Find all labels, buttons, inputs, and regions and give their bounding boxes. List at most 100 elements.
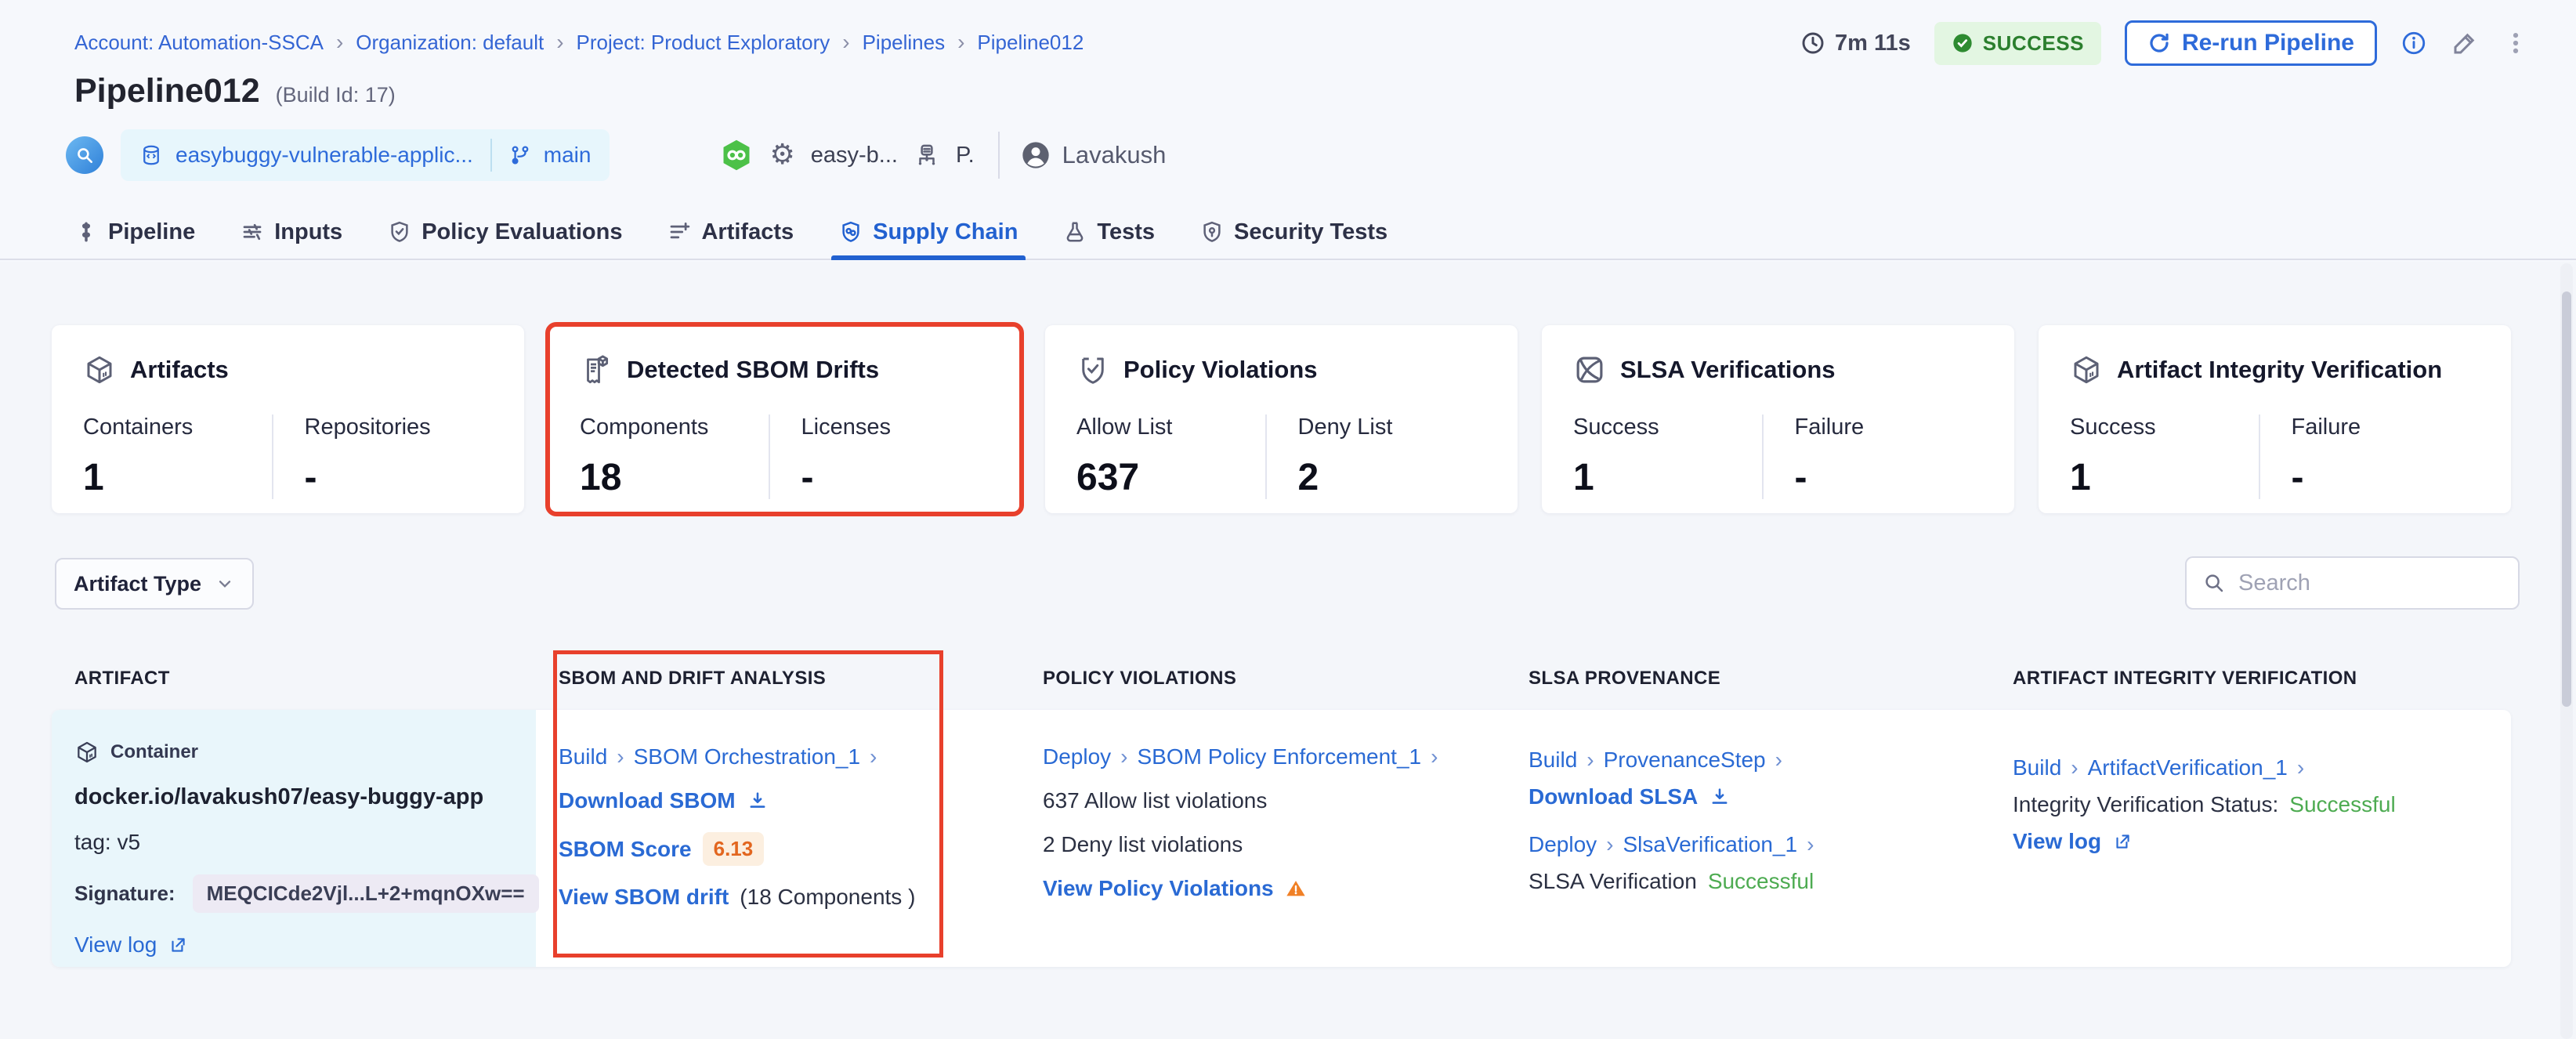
chevron-down-icon: [215, 574, 235, 594]
chevron-right-icon: [842, 30, 849, 55]
integrity-stage-link[interactable]: Build: [2013, 755, 2061, 780]
chevron-right-icon: [870, 744, 877, 769]
edit-pencil-icon[interactable]: [2451, 29, 2479, 57]
infrastructure-icon: [914, 142, 940, 168]
chevron-right-icon: [1120, 744, 1127, 769]
sbom-score-link[interactable]: SBOM Score: [559, 837, 692, 862]
external-link-icon[interactable]: [2112, 831, 2133, 852]
stat-value: 2: [1298, 456, 1487, 499]
stat-label: Repositories: [305, 415, 494, 440]
kebab-menu-icon[interactable]: [2502, 29, 2529, 57]
tab-tests[interactable]: Tests: [1063, 205, 1155, 259]
service-infra-group: ⚙ easy-b... P.: [719, 138, 974, 172]
stat-value: -: [801, 456, 990, 499]
artifact-cell: Container docker.io/lavakush07/easy-bugg…: [52, 710, 536, 967]
stat-label: Failure: [2292, 415, 2480, 440]
tab-label: Security Tests: [1234, 219, 1387, 245]
card-policy-violations[interactable]: Policy Violations Allow List637 Deny Lis…: [1045, 325, 1518, 513]
sbom-step-link[interactable]: SBOM Orchestration_1: [634, 744, 860, 769]
breadcrumb-project[interactable]: Project: Product Exploratory: [577, 31, 830, 55]
flask-icon: [1063, 220, 1087, 244]
infra-name[interactable]: P.: [956, 143, 975, 168]
artifact-type-label: Artifact Type: [74, 572, 201, 596]
slsa-stage1-link[interactable]: Build: [1529, 748, 1577, 773]
breadcrumb-account[interactable]: Account: Automation-SSCA: [74, 31, 324, 55]
clock-icon: [1800, 31, 1825, 56]
pipeline-icon: [74, 220, 98, 244]
download-sbom-link[interactable]: Download SBOM: [559, 788, 736, 813]
col-header-sbom: SBOM AND DRIFT ANALYSIS: [536, 668, 1020, 690]
chevron-right-icon: [1606, 832, 1613, 857]
breadcrumb-pipelines[interactable]: Pipelines: [863, 31, 946, 55]
sbom-stage-link[interactable]: Build: [559, 744, 607, 769]
integrity-cell: Build ArtifactVerification_1 Integrity V…: [1990, 710, 2511, 967]
pipeline-meta: easybuggy-vulnerable-applic... main ⚙ ea…: [66, 125, 1166, 185]
title-row: Pipeline012 (Build Id: 17): [74, 72, 396, 110]
artifact-image-name: docker.io/lavakush07/easy-buggy-app: [74, 784, 512, 810]
card-title: Policy Violations: [1123, 356, 1318, 384]
search-input[interactable]: [2238, 570, 2489, 596]
codebase-icon: [66, 136, 103, 174]
tab-label: Pipeline: [108, 219, 195, 245]
card-artifacts[interactable]: Artifacts Containers1 Repositories-: [52, 325, 524, 513]
tab-security-tests[interactable]: Security Tests: [1200, 205, 1387, 259]
view-log-link[interactable]: View log: [2013, 829, 2101, 854]
rerun-pipeline-button[interactable]: Re-run Pipeline: [2125, 20, 2377, 66]
integrity-step-link[interactable]: ArtifactVerification_1: [2088, 755, 2288, 780]
col-header-slsa: SLSA PROVENANCE: [1506, 668, 1990, 690]
stat-label: Failure: [1795, 415, 1984, 440]
view-policy-violations-link[interactable]: View Policy Violations: [1043, 876, 1274, 901]
slsa-step2-link[interactable]: SlsaVerification_1: [1623, 832, 1798, 857]
artifact-type-badge: Container: [74, 740, 512, 765]
tab-inputs[interactable]: Inputs: [241, 205, 342, 259]
card-slsa-verifications[interactable]: SLSA Verifications Success1 Failure-: [1542, 325, 2014, 513]
service-gear-icon: ⚙: [769, 141, 794, 169]
chevron-right-icon: [957, 30, 964, 55]
tab-supply-chain[interactable]: Supply Chain: [839, 205, 1018, 259]
slsa-step1-link[interactable]: ProvenanceStep: [1604, 748, 1766, 773]
sbom-document-icon: [580, 353, 613, 386]
breadcrumb-organization[interactable]: Organization: default: [356, 31, 544, 55]
inputs-icon: [241, 220, 264, 244]
artifacts-table: ARTIFACT SBOM AND DRIFT ANALYSIS POLICY …: [52, 668, 2511, 967]
slsa-stage2-link[interactable]: Deploy: [1529, 832, 1597, 857]
tab-policy-evaluations[interactable]: Policy Evaluations: [388, 205, 622, 259]
artifact-type-dropdown[interactable]: Artifact Type: [55, 558, 254, 610]
repository-icon: [139, 143, 163, 167]
tab-label: Supply Chain: [873, 219, 1018, 245]
status-badge: SUCCESS: [1934, 22, 2101, 65]
stat-value: -: [2292, 456, 2480, 499]
card-detected-sbom-drifts[interactable]: Detected SBOM Drifts Components18 Licens…: [548, 325, 1021, 513]
download-slsa-link[interactable]: Download SLSA: [1529, 784, 1698, 809]
allow-list-violations: 637 Allow list violations: [1043, 788, 1482, 813]
policy-step-link[interactable]: SBOM Policy Enforcement_1: [1138, 744, 1422, 769]
service-name[interactable]: easy-b...: [811, 143, 898, 168]
info-icon[interactable]: [2401, 30, 2427, 56]
signature-value[interactable]: MEQCICde2Vjl...L+2+mqnOXw==: [193, 874, 539, 913]
stat-label: Licenses: [801, 415, 990, 440]
duration: 7m 11s: [1800, 31, 1911, 56]
header-actions: 7m 11s SUCCESS Re-run Pipeline: [1800, 20, 2529, 66]
download-icon[interactable]: [747, 790, 769, 812]
view-sbom-drift-link[interactable]: View SBOM drift: [559, 885, 729, 910]
refresh-icon: [2147, 31, 2171, 55]
stat-value: -: [1795, 456, 1984, 499]
rerun-pipeline-label: Re-run Pipeline: [2182, 30, 2354, 56]
external-link-icon[interactable]: [168, 935, 188, 955]
integrity-status-value: Successful: [2289, 792, 2395, 817]
stat-label: Containers: [83, 415, 272, 440]
tab-pipeline[interactable]: Pipeline: [74, 205, 195, 259]
tab-label: Tests: [1097, 219, 1155, 245]
triggered-by-user: Lavakush: [1020, 139, 1167, 171]
download-icon[interactable]: [1709, 786, 1731, 808]
card-artifact-integrity[interactable]: Artifact Integrity Verification Success1…: [2039, 325, 2511, 513]
breadcrumb-current[interactable]: Pipeline012: [977, 31, 1084, 55]
shield-check-icon: [388, 220, 411, 244]
package-cube-icon: [83, 353, 116, 386]
search-box[interactable]: [2185, 556, 2520, 610]
tab-artifacts[interactable]: Artifacts: [668, 205, 794, 259]
scrollbar-thumb[interactable]: [2562, 291, 2571, 707]
repo-pill[interactable]: easybuggy-vulnerable-applic... main: [121, 129, 610, 181]
policy-stage-link[interactable]: Deploy: [1043, 744, 1111, 769]
view-log-link[interactable]: View log: [74, 932, 157, 958]
